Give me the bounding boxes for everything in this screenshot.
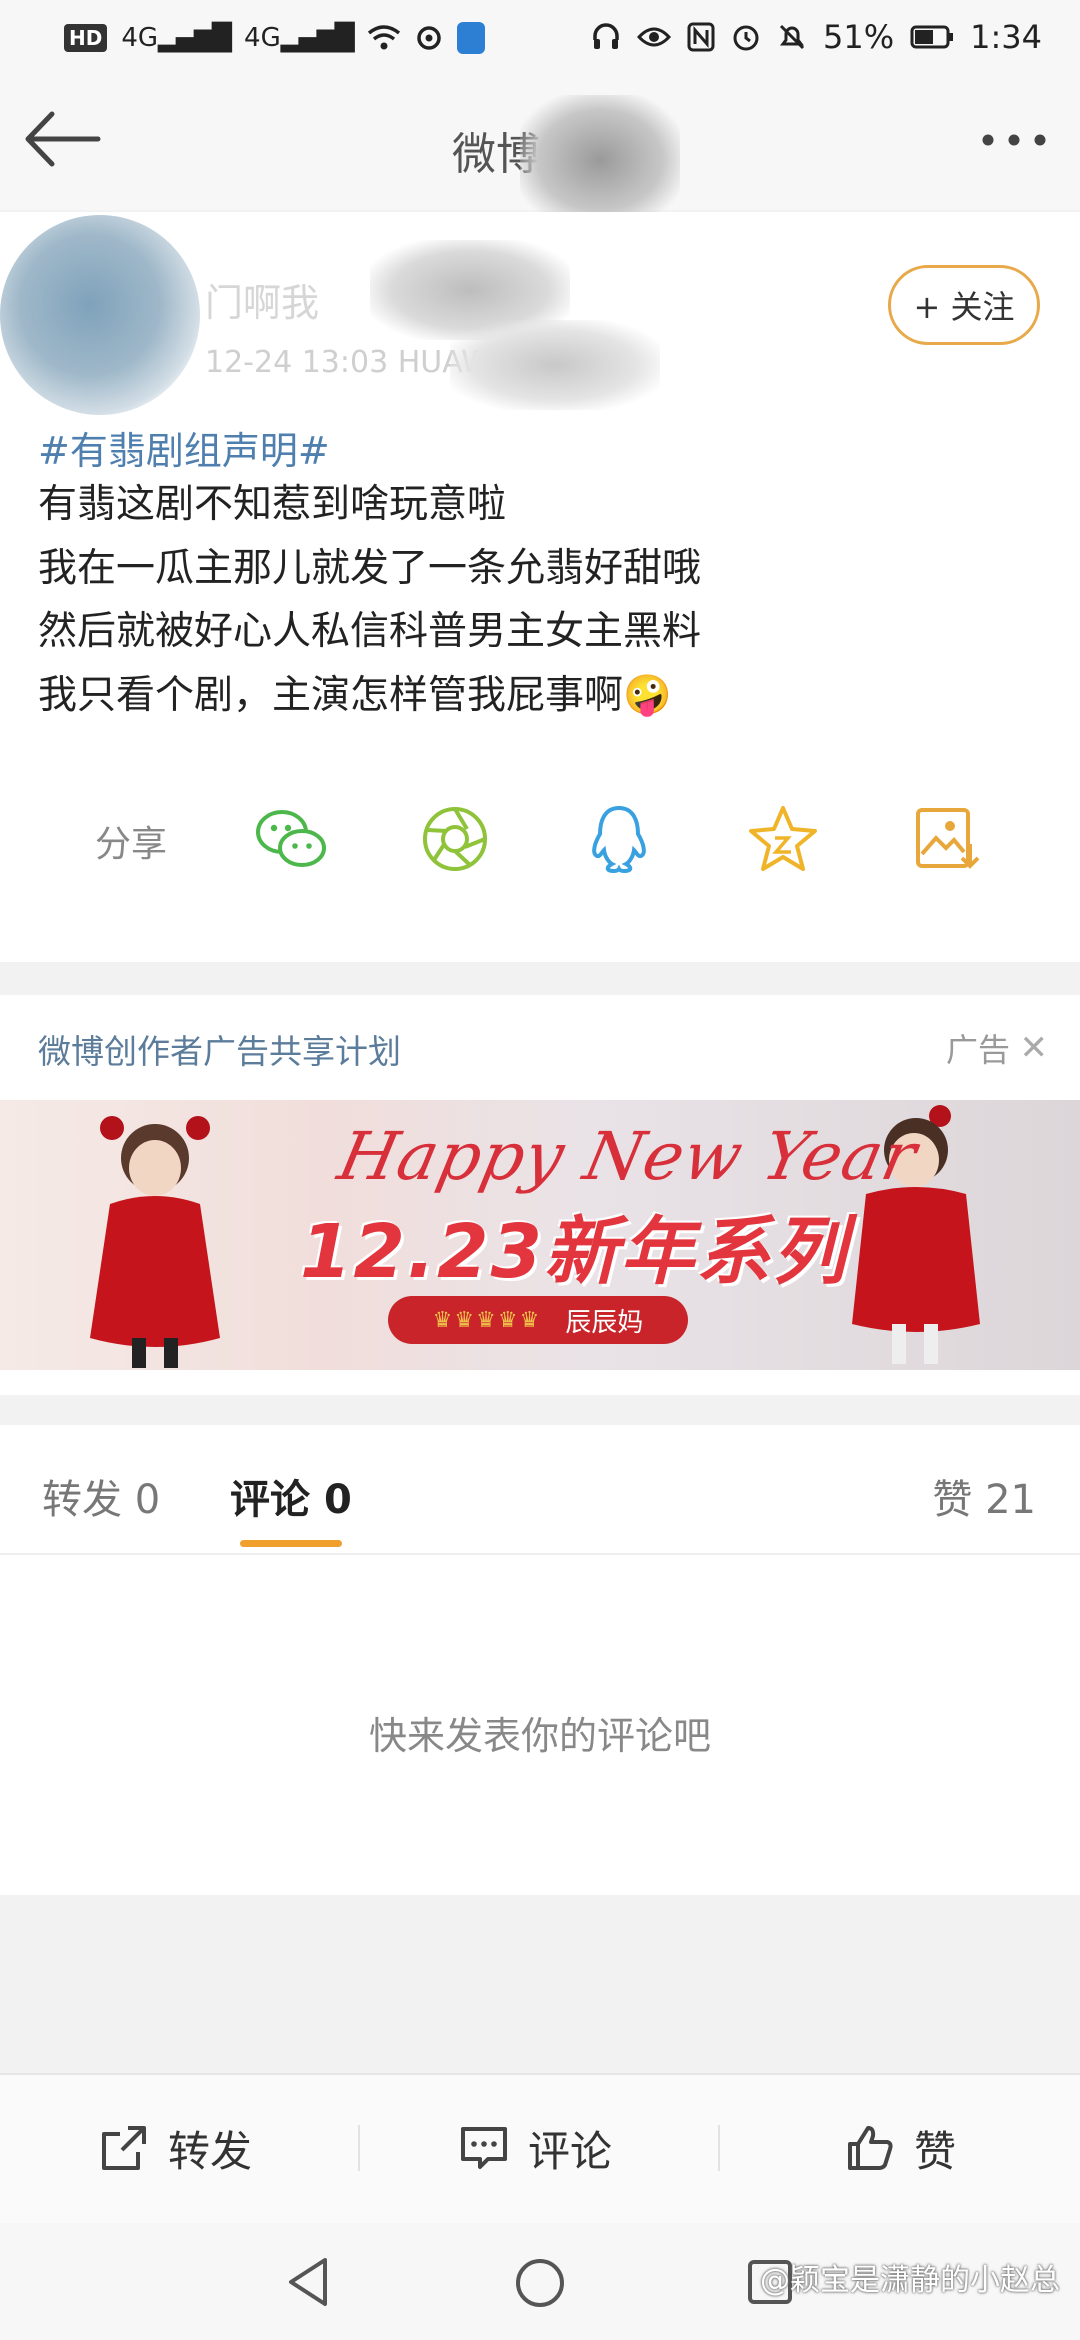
- repost-button[interactable]: 转发: [98, 2108, 252, 2188]
- follow-button[interactable]: + 关注: [888, 265, 1040, 345]
- redaction-scribble: [520, 95, 680, 225]
- signal-4g-2: 4G▂▄▆█: [244, 23, 355, 53]
- system-home-button[interactable]: [513, 2256, 567, 2310]
- shield-icon: [456, 22, 485, 54]
- tab-active-indicator: [240, 1540, 342, 1547]
- clock: 1:34: [970, 18, 1042, 56]
- banner-script-text: Happy New Year: [331, 1118, 924, 1195]
- banner-headline: 12.23新年系列: [300, 1209, 849, 1295]
- post-username[interactable]: 门啊我: [205, 272, 319, 327]
- eye-icon: [637, 27, 672, 47]
- signal-4g-1: 4G▂▄▆█: [121, 23, 232, 53]
- tab-likes[interactable]: 赞 21: [932, 1467, 1036, 1525]
- like-button[interactable]: 赞: [844, 2108, 956, 2188]
- more-dots-icon: [982, 134, 1046, 146]
- status-left: HD 4G▂▄▆█ 4G▂▄▆█: [64, 18, 485, 58]
- save-image-button[interactable]: [908, 800, 986, 878]
- post-text-line: 有翡这剧不知惹到啥玩意啦: [38, 482, 507, 527]
- repost-icon: [102, 2126, 146, 2170]
- moments-icon: [423, 807, 487, 871]
- child-model-left: [90, 1116, 220, 1368]
- battery-icon: [910, 25, 954, 49]
- tab-reposts[interactable]: 转发 0: [42, 1467, 160, 1525]
- post-text-line: 然后就被好心人私信科普男主女主黑料: [38, 609, 702, 654]
- more-button[interactable]: [978, 128, 1050, 152]
- banner-brand: 辰辰妈: [565, 1307, 644, 1338]
- comment-icon: [461, 2127, 507, 2169]
- share-wechat-button[interactable]: [252, 800, 330, 878]
- favorite-button[interactable]: [744, 800, 822, 878]
- emoji: 🤪: [623, 673, 672, 718]
- weibo-watermark: @颖宝是潇静的小赵总: [760, 2263, 1060, 2298]
- tab-bar: [0, 1425, 1080, 1555]
- hd-badge: HD: [64, 24, 108, 52]
- comment-label: 评论: [528, 2126, 613, 2176]
- ad-banner[interactable]: Happy New Year 12.23新年系列 ♛♛♛♛♛ 辰辰妈: [0, 1100, 1080, 1370]
- ad-title[interactable]: 微博创作者广告共享计划: [38, 1025, 401, 1073]
- like-label: 赞: [914, 2126, 957, 2176]
- ad-tag: 广告: [945, 1031, 1010, 1069]
- repost-label: 转发: [168, 2126, 253, 2176]
- comment-button[interactable]: 评论: [458, 2108, 612, 2188]
- thumbs-up-icon: [848, 2126, 893, 2170]
- avatar[interactable]: [0, 215, 200, 415]
- triangle-back-icon: [289, 2258, 327, 2306]
- divider: [358, 2125, 360, 2171]
- mute-icon: [779, 24, 805, 50]
- sync-icon: [416, 26, 441, 50]
- nfc-icon: [687, 22, 715, 52]
- ad-close-button[interactable]: ✕: [1020, 1028, 1049, 1068]
- wifi-icon: [367, 25, 400, 50]
- redaction-scribble: [450, 320, 660, 410]
- comments-empty-text: 快来发表你的评论吧: [368, 1714, 711, 1758]
- share-qq-button[interactable]: [580, 800, 658, 878]
- share-label: 分享: [95, 824, 168, 865]
- post-text-line: 我只看个剧，主演怎样管我屁事啊🤪: [38, 673, 672, 718]
- tab-comments[interactable]: 评论 0: [230, 1467, 352, 1525]
- save-image-icon: [916, 808, 980, 869]
- post-text-line: 我在一瓜主那儿就发了一条允翡好甜哦: [38, 546, 702, 591]
- qq-icon: [592, 805, 646, 874]
- battery-percent: 51%: [823, 18, 895, 56]
- circle-home-icon: [516, 2259, 564, 2307]
- wechat-icon: [256, 810, 326, 867]
- share-moments-button[interactable]: [416, 800, 494, 878]
- divider: [718, 2125, 720, 2171]
- crown-icons: ♛♛♛♛♛: [432, 1307, 542, 1333]
- headset-icon: [593, 23, 619, 49]
- favorite-star-icon: [749, 806, 817, 871]
- hashtag-link[interactable]: #有翡剧组声明#: [38, 420, 330, 475]
- alarm-icon: [733, 25, 759, 51]
- system-back-button[interactable]: [285, 2256, 331, 2308]
- banner-brand-pill: ♛♛♛♛♛ 辰辰妈: [388, 1296, 688, 1344]
- status-right: 51% 1:34: [591, 14, 1042, 60]
